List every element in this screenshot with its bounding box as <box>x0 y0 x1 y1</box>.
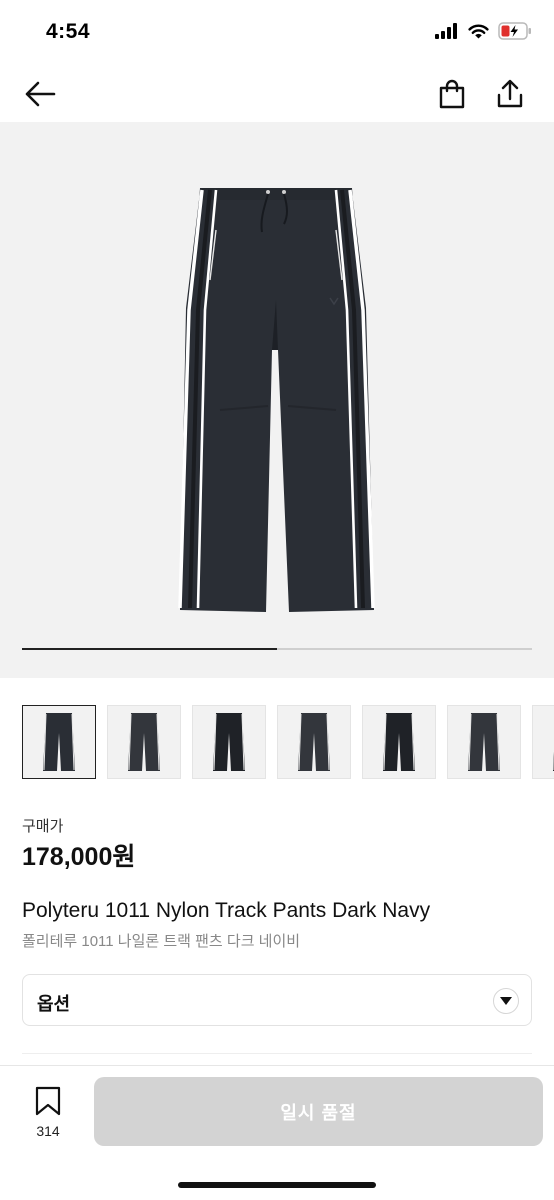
status-icons <box>435 22 532 40</box>
thumbnail-image <box>553 751 554 771</box>
shopping-bag-icon <box>439 79 465 109</box>
bottom-bar-divider <box>0 1065 554 1066</box>
status-bar: 4:54 <box>0 0 554 66</box>
thumbnail-image <box>43 713 75 771</box>
carousel-progress-fill <box>22 648 277 650</box>
product-name-ko: 폴리테루 1011 나일론 트랙 팬츠 다크 네이비 <box>22 933 301 950</box>
option-select[interactable]: 옵션 <box>22 974 532 1026</box>
thumbnail-image <box>383 713 415 771</box>
price-label: 구매가 <box>22 818 64 835</box>
bookmark-button[interactable]: 314 <box>24 1086 72 1146</box>
thumbnail-5[interactable] <box>362 705 436 779</box>
product-name-en: Polyteru 1011 Nylon Track Pants Dark Nav… <box>22 899 431 922</box>
option-label: 옵션 <box>37 994 71 1014</box>
thumbnail-4[interactable] <box>277 705 351 779</box>
section-divider <box>22 1053 532 1054</box>
signal-icon <box>435 23 457 39</box>
thumbnail-image <box>128 713 160 771</box>
bookmark-count: 314 <box>36 1123 60 1139</box>
thumbnail-1[interactable] <box>22 705 96 779</box>
share-icon <box>497 79 523 108</box>
bookmark-icon <box>35 1086 61 1116</box>
status-time: 4:54 <box>46 20 91 43</box>
back-arrow-icon <box>25 81 56 107</box>
chevron-down-icon <box>493 988 519 1014</box>
battery-icon <box>498 22 531 40</box>
thumbnail-7[interactable] <box>532 705 554 779</box>
thumbnail-3[interactable] <box>192 705 266 779</box>
thumbnail-image <box>468 713 500 771</box>
product-image-carousel[interactable] <box>0 122 554 678</box>
back-button[interactable] <box>22 76 58 112</box>
home-indicator <box>178 1182 376 1188</box>
carousel-progress <box>22 648 532 650</box>
cart-button[interactable] <box>434 76 470 112</box>
sold-out-button[interactable]: 일시 품절 <box>94 1077 543 1146</box>
share-button[interactable] <box>492 76 528 112</box>
wifi-icon <box>468 24 489 39</box>
thumbnail-image <box>213 713 245 771</box>
thumbnail-2[interactable] <box>107 705 181 779</box>
thumbnail-6[interactable] <box>447 705 521 779</box>
product-main-image <box>178 188 375 612</box>
thumbnail-image <box>298 713 330 771</box>
price-value: 178,000원 <box>22 843 136 871</box>
sold-out-button-label: 일시 품절 <box>280 1102 357 1123</box>
thumbnail-strip <box>22 705 554 779</box>
nav-bar <box>0 66 554 122</box>
